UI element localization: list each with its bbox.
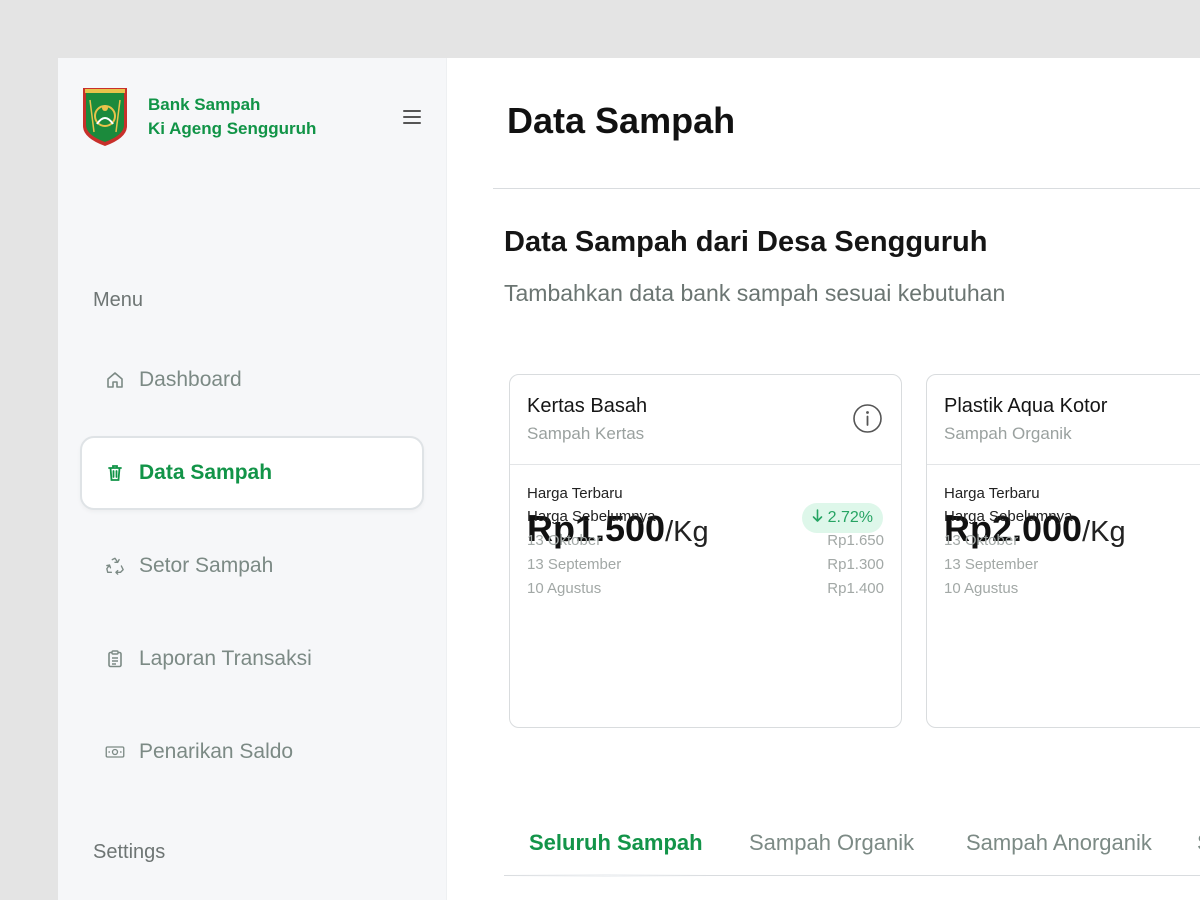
tab-active-indicator — [504, 874, 709, 877]
price-card[interactable]: Plastik Aqua Kotor Sampah Organik Harga … — [926, 374, 1200, 728]
sidebar-item-label: Data Sampah — [139, 461, 273, 484]
price-history: Harga Sebelumnya 13 Oktober 13 September… — [944, 508, 1200, 601]
card-header: Kertas Basah Sampah Kertas — [510, 375, 901, 465]
sidebar-item-label: Dashboard — [139, 368, 242, 391]
app-window: Bank Sampah Ki Ageng Sengguruh Menu Dash… — [58, 58, 1200, 900]
main-content: Data Sampah Data Sampah dari Desa Senggu… — [447, 58, 1200, 900]
history-price: Rp1.300 — [827, 556, 884, 573]
category-tabs: Seluruh Sampah Sampah Organik Sampah Ano… — [504, 816, 1200, 877]
card-item-category: Sampah Kertas — [527, 424, 645, 443]
cash-icon — [105, 742, 125, 762]
history-date: 13 September — [527, 556, 622, 573]
tab-sampah-organik[interactable]: Sampah Organik — [749, 830, 914, 856]
logo-emblem — [81, 86, 129, 148]
previous-price-label: Harga Sebelumnya — [944, 508, 1073, 525]
trash-icon — [105, 463, 125, 483]
previous-price-label: Harga Sebelumnya — [527, 508, 656, 525]
sidebar-item-setor-sampah[interactable]: Setor Sampah — [80, 529, 424, 603]
history-row: 10 Agustus — [944, 577, 1200, 601]
header-divider — [493, 188, 1200, 189]
price-card[interactable]: Kertas Basah Sampah Kertas Harga Terbaru… — [509, 374, 902, 728]
clipboard-icon — [105, 649, 125, 669]
sidebar-item-label: Penarikan Saldo — [139, 740, 294, 763]
card-item-name: Kertas Basah — [527, 395, 648, 417]
brand-line-1: Bank Sampah — [148, 95, 261, 114]
sidebar-item-label: Setor Sampah — [139, 554, 274, 577]
history-row: 13 September — [944, 553, 1200, 577]
home-icon — [105, 370, 125, 390]
sidebar-item-laporan-transaksi[interactable]: Laporan Transaksi — [80, 622, 424, 696]
history-row: 13 Oktober Rp1.650 — [527, 529, 884, 553]
brand-name: Bank Sampah Ki Ageng Sengguruh — [148, 93, 316, 141]
history-date: 13 Oktober — [527, 532, 602, 549]
latest-price-label: Harga Terbaru — [944, 485, 1040, 502]
info-icon[interactable] — [852, 403, 883, 434]
section-subtitle: Tambahkan data bank sampah sesuai kebutu… — [504, 280, 1006, 306]
menu-section-title: Menu — [93, 289, 144, 311]
tab-seluruh-sampah[interactable]: Seluruh Sampah — [529, 830, 703, 856]
section-heading: Data Sampah dari Desa Sengguruh — [504, 226, 988, 258]
sidebar-item-data-sampah[interactable]: Data Sampah — [80, 436, 424, 510]
history-row: 13 September Rp1.300 — [527, 553, 884, 577]
brand-line-2: Ki Ageng Sengguruh — [148, 119, 317, 138]
history-date: 10 Agustus — [527, 580, 602, 597]
sidebar: Bank Sampah Ki Ageng Sengguruh Menu Dash… — [58, 58, 447, 900]
tab-sampah-anorganik[interactable]: Sampah Anorganik — [966, 830, 1152, 856]
history-price: Rp1.650 — [827, 532, 884, 549]
card-item-name: Plastik Aqua Kotor — [944, 395, 1108, 417]
sidebar-item-penarikan-saldo[interactable]: Penarikan Saldo — [80, 715, 424, 789]
settings-section-title: Settings — [93, 841, 166, 863]
sidebar-item-dashboard[interactable]: Dashboard — [80, 343, 424, 417]
history-price: Rp1.400 — [827, 580, 884, 597]
history-row: 10 Agustus Rp1.400 — [527, 577, 884, 601]
price-history: Harga Sebelumnya 13 Oktober Rp1.650 13 S… — [527, 508, 884, 601]
history-date: 13 September — [944, 556, 1039, 573]
sidebar-item-label: Laporan Transaksi — [139, 647, 312, 670]
latest-price-label: Harga Terbaru — [527, 485, 623, 502]
history-date: 10 Agustus — [944, 580, 1019, 597]
card-item-category: Sampah Organik — [944, 424, 1072, 443]
card-header: Plastik Aqua Kotor Sampah Organik — [927, 375, 1200, 465]
history-date: 13 Oktober — [944, 532, 1019, 549]
page-title: Data Sampah — [507, 100, 736, 141]
menu-toggle-icon[interactable] — [403, 110, 421, 124]
history-row: 13 Oktober — [944, 529, 1200, 553]
recycle-icon — [105, 556, 125, 576]
